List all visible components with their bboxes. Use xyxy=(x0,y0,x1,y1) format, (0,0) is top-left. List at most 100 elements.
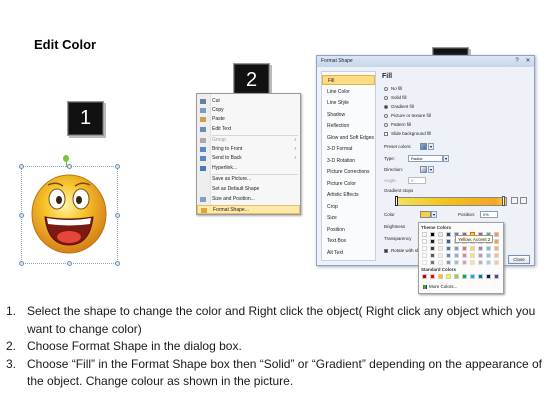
theme-color-swatch[interactable] xyxy=(446,232,451,237)
theme-color-swatch[interactable] xyxy=(422,246,427,251)
context-menu-item[interactable]: Save as Picture... xyxy=(197,175,300,184)
nav-item[interactable]: Alt Text xyxy=(322,248,375,258)
theme-color-swatch[interactable] xyxy=(494,246,499,251)
context-menu-item[interactable]: Hyperlink... xyxy=(197,164,300,173)
resize-handle-l[interactable] xyxy=(19,213,24,218)
color-button[interactable] xyxy=(420,211,431,218)
nav-item[interactable]: Text Box xyxy=(322,236,375,246)
add-stop-icon[interactable] xyxy=(511,197,518,204)
theme-color-swatch[interactable] xyxy=(462,246,467,251)
context-menu-item[interactable]: Bring to Front › xyxy=(197,145,300,154)
nav-item[interactable]: Line Style xyxy=(322,98,375,108)
context-menu-item[interactable]: Set as Default Shape xyxy=(197,185,300,194)
theme-color-swatch[interactable] xyxy=(438,260,443,265)
resize-handle-br[interactable] xyxy=(115,261,120,266)
theme-color-swatch[interactable] xyxy=(486,246,491,251)
context-menu-item[interactable]: Cut xyxy=(197,97,300,106)
gradient-stop-1[interactable] xyxy=(395,196,398,206)
theme-color-swatch[interactable] xyxy=(438,246,443,251)
smiley-shape[interactable] xyxy=(30,173,108,255)
theme-color-swatch[interactable] xyxy=(470,253,475,258)
close-icon[interactable]: ✕ xyxy=(524,57,532,65)
nav-item[interactable]: Line Color xyxy=(322,87,375,97)
theme-color-swatch[interactable] xyxy=(422,232,427,237)
nav-item[interactable]: Glow and Soft Edges xyxy=(322,133,375,143)
standard-color-swatch[interactable] xyxy=(486,274,491,279)
theme-color-swatch[interactable] xyxy=(478,253,483,258)
theme-color-swatch[interactable] xyxy=(446,253,451,258)
resize-handle-tr[interactable] xyxy=(115,164,120,169)
remove-stop-icon[interactable] xyxy=(520,197,527,204)
nav-item[interactable]: Fill xyxy=(322,75,375,85)
theme-color-swatch[interactable] xyxy=(422,260,427,265)
theme-color-swatch[interactable] xyxy=(486,253,491,258)
standard-color-swatch[interactable] xyxy=(438,274,443,279)
close-button[interactable]: Close xyxy=(508,255,530,264)
radio-button[interactable] xyxy=(384,104,388,109)
theme-color-swatch[interactable] xyxy=(430,253,435,258)
direction-button[interactable] xyxy=(420,166,427,173)
standard-color-swatch[interactable] xyxy=(430,274,435,279)
nav-item[interactable]: Picture Color xyxy=(322,179,375,189)
standard-color-swatch[interactable] xyxy=(454,274,459,279)
theme-color-swatch[interactable] xyxy=(494,260,499,265)
theme-color-swatch[interactable] xyxy=(462,260,467,265)
theme-color-swatch[interactable] xyxy=(478,246,483,251)
context-menu-item[interactable]: Group › xyxy=(197,136,300,145)
theme-color-swatch[interactable] xyxy=(446,239,451,244)
fill-option-radio[interactable]: Picture or texture fill xyxy=(384,113,431,118)
resize-handle-tl[interactable] xyxy=(19,164,24,169)
theme-color-swatch[interactable] xyxy=(430,232,435,237)
radio-button[interactable] xyxy=(384,113,388,118)
slide-background-checkbox[interactable]: Slide background fill xyxy=(384,131,431,136)
standard-color-swatch[interactable] xyxy=(478,274,483,279)
standard-color-swatch[interactable] xyxy=(494,274,499,279)
theme-color-swatch[interactable] xyxy=(454,253,459,258)
radio-button[interactable] xyxy=(384,95,388,100)
context-menu-item[interactable]: Copy xyxy=(197,106,300,115)
context-menu-item[interactable]: Send to Back › xyxy=(197,154,300,163)
theme-color-swatch[interactable] xyxy=(486,260,491,265)
context-menu-item[interactable]: Format Shape... xyxy=(197,205,300,214)
gradient-stop-2[interactable] xyxy=(502,196,505,206)
resize-handle-bl[interactable] xyxy=(19,261,24,266)
standard-color-swatch[interactable] xyxy=(446,274,451,279)
theme-color-swatch[interactable] xyxy=(422,239,427,244)
theme-color-swatch[interactable] xyxy=(422,253,427,258)
color-dropdown[interactable]: ▾ xyxy=(431,211,437,218)
position-input[interactable]: 0% xyxy=(480,211,498,218)
standard-color-swatch[interactable] xyxy=(470,274,475,279)
context-menu-item[interactable]: Edit Text xyxy=(197,125,300,134)
theme-color-swatch[interactable] xyxy=(454,260,459,265)
context-menu-item[interactable]: Size and Position... xyxy=(197,195,300,204)
more-colors-option[interactable]: More Colors... xyxy=(423,284,457,289)
type-dropdown[interactable]: ▾ xyxy=(443,155,449,162)
fill-option-radio[interactable]: Gradient fill xyxy=(384,104,414,109)
nav-item[interactable]: Artistic Effects xyxy=(322,190,375,200)
radio-button[interactable] xyxy=(384,86,388,91)
preset-colors-button[interactable] xyxy=(420,143,427,150)
theme-color-swatch[interactable] xyxy=(438,239,443,244)
type-select[interactable]: Radial xyxy=(408,155,443,162)
theme-color-swatch[interactable] xyxy=(454,246,459,251)
theme-color-swatch[interactable] xyxy=(494,232,499,237)
theme-color-swatch[interactable] xyxy=(494,253,499,258)
fill-option-radio[interactable]: Pattern fill xyxy=(384,122,411,127)
theme-color-swatch[interactable] xyxy=(430,246,435,251)
theme-color-swatch[interactable] xyxy=(430,239,435,244)
radio-button[interactable] xyxy=(384,122,388,127)
context-menu-item[interactable]: Paste xyxy=(197,115,300,124)
theme-color-swatch[interactable] xyxy=(438,253,443,258)
nav-item[interactable]: 3-D Format xyxy=(322,144,375,154)
nav-item[interactable]: Reflection xyxy=(322,121,375,131)
theme-color-swatch[interactable] xyxy=(446,260,451,265)
resize-handle-t[interactable] xyxy=(67,164,72,169)
nav-item[interactable]: Picture Corrections xyxy=(322,167,375,177)
resize-handle-b[interactable] xyxy=(67,261,72,266)
theme-color-swatch[interactable] xyxy=(438,232,443,237)
help-icon[interactable]: ? xyxy=(513,57,521,65)
standard-color-swatch[interactable] xyxy=(462,274,467,279)
nav-item[interactable]: Position xyxy=(322,225,375,235)
fill-option-radio[interactable]: No fill xyxy=(384,86,402,91)
theme-color-swatch[interactable] xyxy=(470,260,475,265)
